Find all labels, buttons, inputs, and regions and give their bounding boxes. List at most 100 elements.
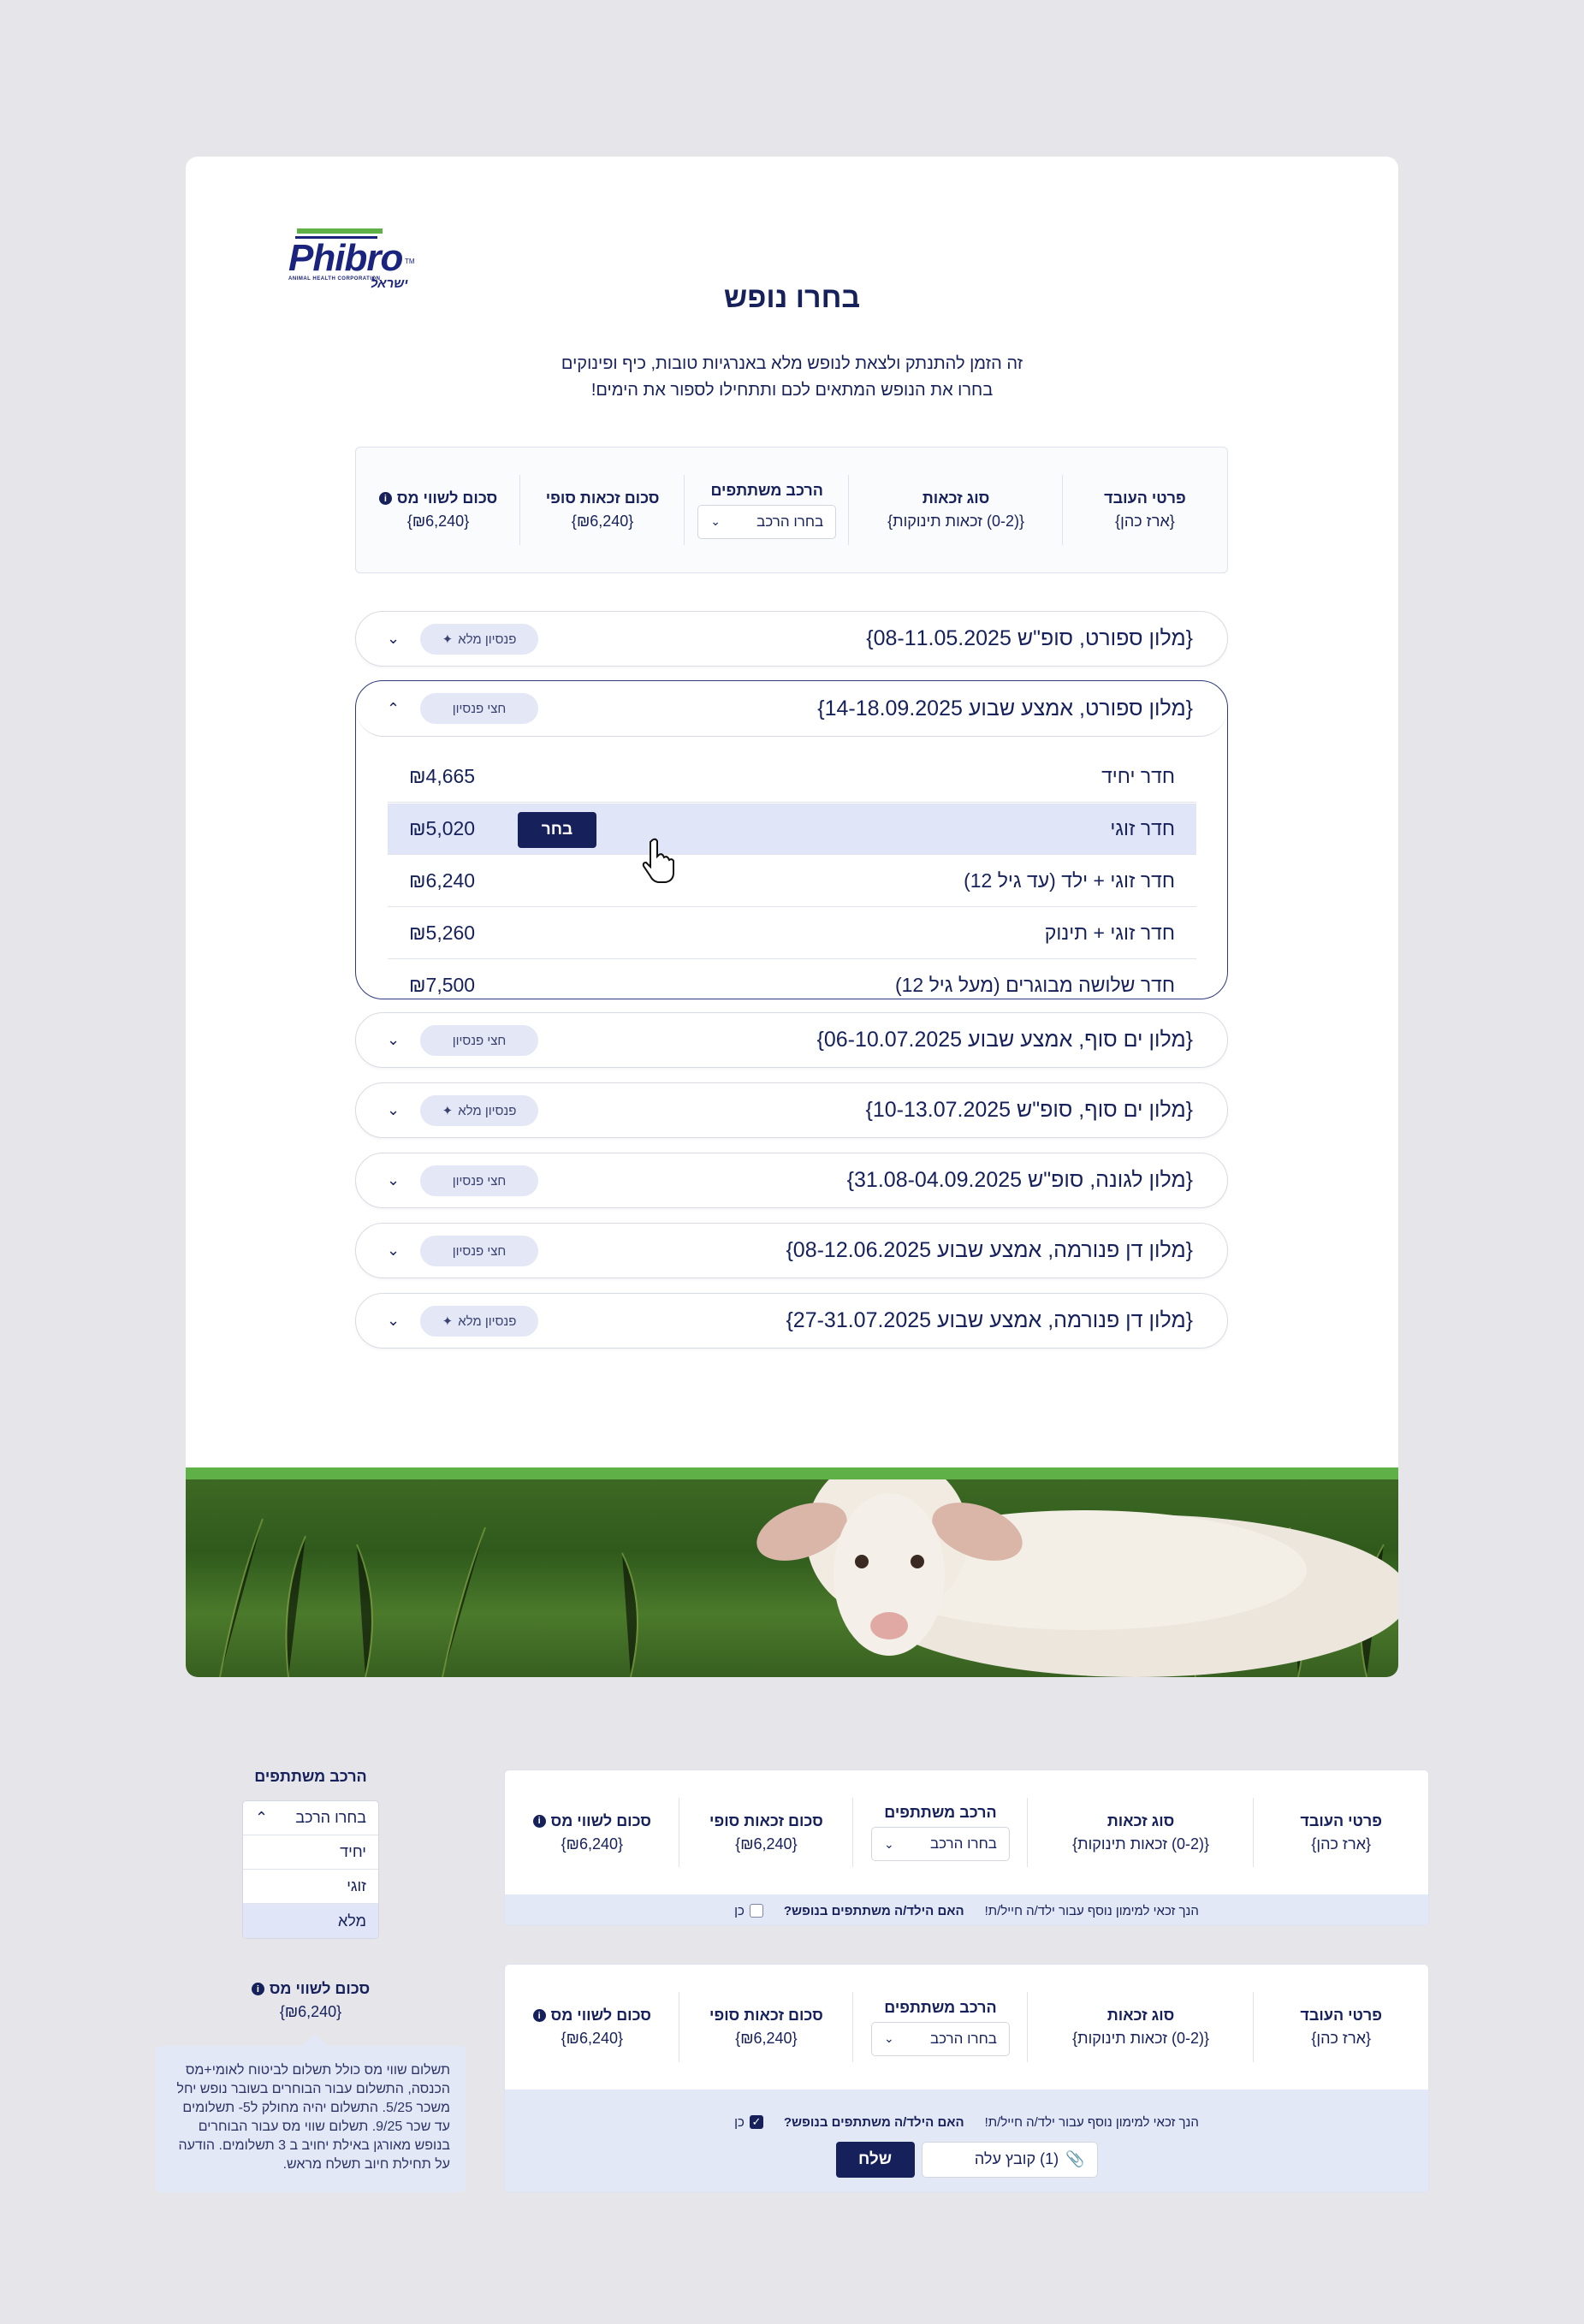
room-price: ₪6,240 — [409, 869, 476, 892]
composition-col: הרכב משתתפים בחרו הרכב ⌄ — [853, 1965, 1028, 2090]
composition-col: הרכב משתתפים בחרו הרכב ⌄ — [685, 448, 850, 572]
info-icon[interactable]: i — [251, 1983, 264, 1995]
vacation-item[interactable]: {מלון ים סוף, סופ"ש 10-13.07.2025} פנסיו… — [355, 1082, 1228, 1138]
vacation-item[interactable]: {מלון דן פנורמה, אמצע שבוע 27-31.07.2025… — [355, 1293, 1228, 1349]
vacation-title: {מלון ים סוף, אמצע שבוע 06-10.07.2025} — [816, 1028, 1193, 1052]
entitlement-col: סוג זכאות {(0-2) זכאות תינוקות} — [1028, 1965, 1255, 2090]
vacation-item[interactable]: {מלון ים סוף, אמצע שבוע 06-10.07.2025} ח… — [355, 1012, 1228, 1068]
summary-variant-unchecked: פרטי העובד {ארז כהן} סוג זכאות {(0-2) זכ… — [504, 1770, 1429, 1926]
vacation-title: {מלון לגונה, סופ"ש 31.08-04.09.2025} — [846, 1168, 1193, 1192]
intro-line: בחרו את הנופש המתאים לכם ותתחילו לספור א… — [590, 381, 994, 400]
final-head: סכום זכאות סופי — [709, 2007, 823, 2024]
yes-checkbox[interactable] — [749, 1904, 763, 1918]
vacation-title: {מלון ים סוף, סופ"ש 10-13.07.2025} — [865, 1098, 1193, 1122]
strip-note: הנך זכאי למימון נוסף עבור ילד/ה חייל/ת! — [984, 2114, 1199, 2130]
paperclip-icon: 📎 — [1065, 2150, 1085, 2167]
page-title: בחרו נופש — [723, 282, 861, 314]
sparkle-icon: ✦ — [442, 632, 454, 647]
employee-value: {ארז כהן} — [1311, 2030, 1372, 2047]
final-col: סכום זכאות סופי {₪6,240} — [520, 448, 685, 572]
badge-label: פנסיון מלא — [458, 1103, 517, 1118]
composition-select[interactable]: בחרו הרכב ⌄ — [870, 2021, 1010, 2056]
board-badge: פנסיון מלא ✦ — [420, 1306, 538, 1337]
room-name: חדר זוגי + תינוק — [1044, 922, 1175, 944]
room-row-selected[interactable]: חדר זוגי ₪5,020 בחר — [388, 803, 1196, 855]
entitlement-col: סוג זכאות {(0-2) זכאות תינוקות} — [1028, 1770, 1255, 1894]
entitlement-head: סוג זכאות — [1106, 1811, 1175, 1829]
chevron-down-icon[interactable]: ⌄ — [387, 1153, 400, 1207]
room-price: ₪7,500 — [409, 974, 476, 996]
chevron-down-icon[interactable]: ⌄ — [387, 1224, 400, 1278]
expanded-header[interactable]: {מלון ספורט, אמצע שבוע 14-18.09.2025} חצ… — [356, 681, 1227, 737]
entitlement-value: {(0-2) זכאות תינוקות} — [1072, 2030, 1210, 2047]
tooltip-header: סכום לשווי מס i {₪6,240} — [156, 1980, 466, 2021]
summary-box: פרטי העובד {ארז כהן} סוג זכאות {(0-2) זכ… — [505, 1770, 1428, 1894]
yes-label: כן — [734, 2114, 745, 2130]
room-price: ₪5,260 — [409, 922, 476, 944]
composition-dropdown-open[interactable]: בחרו הרכב ⌃ יחיד זוגי מלא — [242, 1800, 379, 1939]
room-row[interactable]: חדר זוגי + תינוק ₪5,260 — [388, 908, 1196, 959]
composition-select[interactable]: בחרו הרכב ⌄ — [870, 1827, 1010, 1861]
dropdown-option-selected[interactable]: מלא — [243, 1904, 378, 1938]
composition-head: הרכב משתתפים — [884, 1804, 997, 1821]
tax-tooltip: תשלום שווי מס כולל תשלום לביטוח לאומי+מס… — [156, 2034, 466, 2192]
intro-line: זה הזמן להתנתק ולצאת לנופש מלא באנרגיות … — [561, 354, 1023, 373]
vacation-item[interactable]: {מלון לגונה, סופ"ש 31.08-04.09.2025} חצי… — [355, 1153, 1228, 1208]
banner-green-bar — [186, 1467, 1398, 1479]
room-row[interactable]: חדר שלושה מבוגרים (מעל גיל 12) ₪7,500 — [388, 960, 1196, 999]
tax-head: סכום לשווי מס i — [532, 1812, 651, 1830]
board-badge: פנסיון מלא ✦ — [420, 624, 538, 655]
child-soldier-strip: הנך זכאי למימון נוסף עבור ילד/ה חייל/ת! … — [505, 2090, 1428, 2192]
tooltip-head: סכום לשווי מס i — [156, 1980, 466, 1998]
composition-select-value: בחרו הרכב — [756, 513, 824, 530]
logo-tm: TM — [405, 258, 415, 265]
composition-head: הרכב משתתפים — [884, 1998, 997, 2016]
tooltip-value: {₪6,240} — [279, 2003, 342, 2020]
dropdown-selected[interactable]: בחרו הרכב ⌃ — [243, 1801, 378, 1835]
employee-col: פרטי העובד {ארז כהן} — [1254, 1770, 1428, 1894]
info-icon[interactable]: i — [532, 1814, 546, 1828]
employee-col: פרטי העובד {ארז כהן} — [1063, 448, 1227, 572]
info-icon[interactable]: i — [532, 2009, 546, 2022]
strip-yes: כן — [734, 1904, 763, 1918]
badge-label: פנסיון מלא — [458, 631, 517, 647]
entitlement-value: {(0-2) זכאות תינוקות} — [887, 513, 1025, 530]
strip-yes: ✓ כן — [734, 2115, 763, 2130]
composition-select[interactable]: בחרו הרכב ⌄ — [697, 504, 837, 539]
chevron-up-icon[interactable]: ⌃ — [387, 681, 400, 737]
vacation-item[interactable]: {מלון ספורט, סופ"ש 08-11.05.2025} פנסיון… — [355, 611, 1228, 667]
summary-box: פרטי העובד {ארז כהן} סוג זכאות {(0-2) זכ… — [505, 1965, 1428, 2090]
chevron-down-icon[interactable]: ⌄ — [387, 1083, 400, 1137]
sparkle-icon: ✦ — [442, 1314, 454, 1329]
tax-head-label: סכום לשווי מס — [550, 2007, 651, 2024]
room-row[interactable]: חדר יחיד ₪4,665 — [388, 751, 1196, 803]
choose-button[interactable]: בחר — [518, 812, 596, 848]
sheep-illustration — [219, 1467, 1398, 1677]
upload-label: (1) קובץ עלה — [974, 2150, 1059, 2167]
badge-label: פנסיון מלא — [458, 1313, 517, 1329]
room-row[interactable]: חדר זוגי + ילד (עד גיל 12) ₪6,240 — [388, 856, 1196, 907]
chevron-down-icon[interactable]: ⌄ — [387, 1013, 400, 1067]
yes-label: כן — [734, 1903, 745, 1918]
dropdown-option[interactable]: יחיד — [243, 1835, 378, 1870]
send-button[interactable]: שלח — [835, 2141, 915, 2178]
vacation-item[interactable]: {מלון דן פנורמה, אמצע שבוע 08-12.06.2025… — [355, 1223, 1228, 1278]
chevron-down-icon[interactable]: ⌄ — [387, 612, 400, 666]
info-icon[interactable]: i — [378, 492, 392, 505]
chevron-down-icon[interactable]: ⌄ — [387, 1294, 400, 1348]
composition-head: הרכב משתתפים — [710, 481, 823, 499]
chevron-down-icon: ⌄ — [883, 2031, 894, 2045]
sheep-banner-image — [186, 1467, 1398, 1677]
yes-checkbox-checked[interactable]: ✓ — [749, 2115, 763, 2129]
dropdown-option[interactable]: זוגי — [243, 1870, 378, 1904]
employee-head: פרטי העובד — [1300, 2007, 1383, 2024]
final-col: סכום זכאות סופי {₪6,240} — [679, 1770, 854, 1894]
board-badge: חצי פנסיון — [420, 1025, 538, 1056]
room-name: חדר שלושה מבוגרים (מעל גיל 12) — [894, 974, 1175, 996]
entitlement-value: {(0-2) זכאות תינוקות} — [1072, 1835, 1210, 1853]
room-price: ₪5,020 — [409, 817, 476, 839]
final-value: {₪6,240} — [735, 2030, 798, 2047]
board-badge: חצי פנסיון — [420, 1236, 538, 1266]
phibro-logo: Phibro TM ANIMAL HEALTH CORPORATION ישרא… — [288, 228, 425, 291]
upload-field[interactable]: 📎 (1) קובץ עלה — [921, 2141, 1098, 2178]
